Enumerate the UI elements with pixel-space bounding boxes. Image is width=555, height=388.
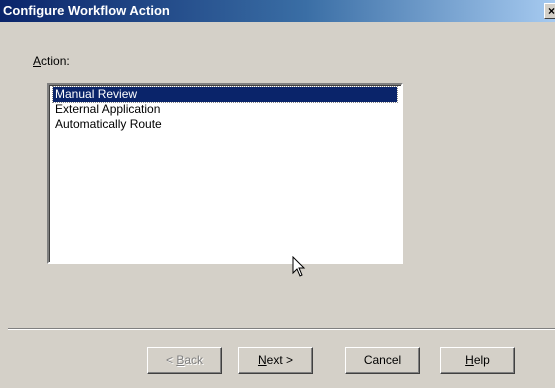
back-button[interactable]: < Back: [147, 347, 222, 374]
close-icon[interactable]: ×: [544, 3, 555, 19]
action-listbox[interactable]: Manual Review External Application Autom…: [47, 83, 403, 264]
back-button-rest: ack: [184, 353, 204, 367]
action-label-text: ction:: [41, 54, 70, 68]
mouse-pointer-icon: [292, 256, 306, 277]
action-label-mnemonic: A: [33, 54, 42, 68]
help-button-rest: elp: [473, 353, 490, 367]
cancel-button[interactable]: Cancel: [345, 347, 420, 374]
next-button[interactable]: Next >: [238, 347, 313, 374]
help-button-mnemonic: H: [465, 353, 474, 367]
back-button-prefix: <: [165, 353, 177, 367]
cancel-button-label: Cancel: [363, 353, 402, 367]
list-item-external-application[interactable]: External Application: [53, 102, 160, 117]
action-label: Action:: [33, 54, 70, 68]
title-bar: Configure Workflow Action ×: [0, 0, 555, 22]
list-item-automatically-route[interactable]: Automatically Route: [53, 117, 162, 132]
button-divider: [8, 328, 555, 330]
next-button-rest: ext >: [266, 353, 294, 367]
help-button[interactable]: Help: [440, 347, 515, 374]
list-item-manual-review[interactable]: Manual Review: [52, 86, 398, 103]
window-title: Configure Workflow Action: [3, 3, 170, 18]
next-button-mnemonic: N: [257, 353, 267, 367]
